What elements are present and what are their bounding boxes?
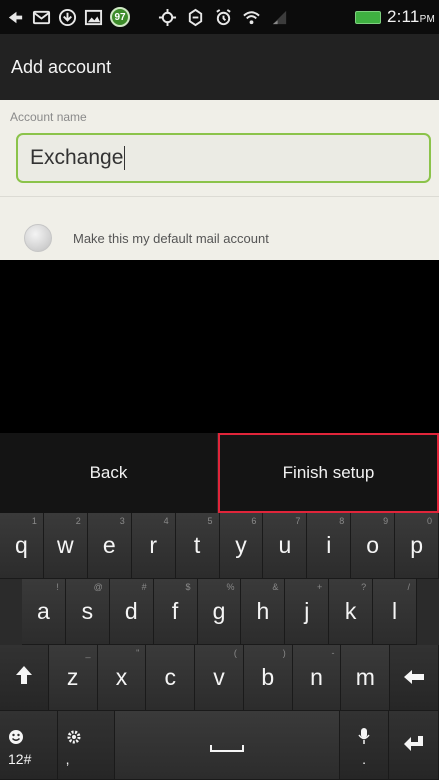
page-title: Add account <box>11 56 112 77</box>
period-label: . <box>362 750 367 767</box>
space-key[interactable] <box>115 711 340 780</box>
key-y[interactable]: 6y <box>219 513 264 579</box>
action-bar: Back Finish setup <box>0 433 439 513</box>
key-t[interactable]: 5t <box>175 513 220 579</box>
key-w[interactable]: 2w <box>43 513 88 579</box>
default-mail-label: Make this my default mail account <box>73 230 269 246</box>
download-icon <box>58 8 77 27</box>
emoji-icon <box>8 724 24 751</box>
empty-content-area <box>0 260 439 433</box>
back-arrow-icon <box>6 8 25 27</box>
key-c[interactable]: c <box>146 645 196 711</box>
wifi-icon <box>242 8 261 27</box>
key-b[interactable]: ) b <box>243 645 293 711</box>
mic-period-key[interactable]: . <box>339 711 390 780</box>
key-r[interactable]: 4r <box>131 513 176 579</box>
key-n[interactable]: -n <box>292 645 342 711</box>
key-j[interactable]: + j <box>285 579 330 645</box>
key-u[interactable]: 7u <box>263 513 308 579</box>
key-h[interactable]: & h <box>241 579 286 645</box>
back-button[interactable]: Back <box>0 433 218 513</box>
signal-icon <box>270 8 289 27</box>
key-a[interactable]: ! a <box>22 579 66 645</box>
key-k[interactable]: ? k <box>329 579 374 645</box>
symbols-key[interactable]: 12# <box>0 711 58 780</box>
microphone-icon <box>358 724 370 751</box>
key-i[interactable]: 8i <box>307 513 352 579</box>
shift-key[interactable] <box>0 645 49 711</box>
key-d[interactable]: # d <box>109 579 154 645</box>
key-q[interactable]: 1q <box>0 513 44 579</box>
symbols-key-label: 12# <box>8 750 32 767</box>
key-p[interactable]: 0p <box>395 513 439 579</box>
key-z[interactable]: _ z <box>48 645 98 711</box>
comma-settings-key[interactable]: , <box>57 711 116 780</box>
sync-icon <box>186 8 205 27</box>
key-e[interactable]: 3e <box>87 513 132 579</box>
shift-arrow-icon <box>15 664 33 691</box>
key-m[interactable]: m <box>341 645 391 711</box>
soft-keyboard: 1q 2w 3e 4r 5t 6y 7u 8i 9o 0p ! a @ s # d $… <box>0 513 439 780</box>
comma-label: , <box>65 750 70 767</box>
key-x[interactable]: " x <box>97 645 147 711</box>
key-l[interactable]: / l <box>373 579 418 645</box>
enter-key[interactable] <box>389 711 439 780</box>
key-v[interactable]: (v <box>195 645 244 711</box>
account-name-input[interactable]: Exchange <box>16 133 431 183</box>
settings-gear-icon <box>66 724 82 751</box>
gps-icon <box>158 8 177 27</box>
key-s[interactable]: @ s <box>65 579 110 645</box>
space-bar-icon <box>210 732 244 759</box>
account-name-label: Account name <box>10 110 87 124</box>
clock: 2:11PM <box>386 7 435 26</box>
enter-arrow-icon <box>403 732 425 759</box>
key-o[interactable]: 9o <box>351 513 396 579</box>
divider <box>0 196 439 197</box>
default-mail-checkbox-row[interactable]: Make this my default mail account <box>0 222 439 254</box>
mail-icon <box>32 8 51 27</box>
text-caret <box>124 146 126 170</box>
battery-icon <box>354 10 381 24</box>
backspace-key[interactable] <box>390 645 439 711</box>
page-title-bar: Add account <box>0 34 439 100</box>
finish-setup-button[interactable]: Finish setup <box>218 433 439 513</box>
status-bar: 97 2:11PM <box>0 0 439 34</box>
key-g[interactable]: % g <box>197 579 242 645</box>
default-mail-checkbox[interactable] <box>24 224 52 252</box>
account-name-value: Exchange <box>30 146 124 169</box>
backspace-arrow-icon <box>403 664 425 691</box>
notification-badge: 97 <box>110 7 130 27</box>
image-icon <box>84 8 103 27</box>
key-f[interactable]: $ f <box>153 579 198 645</box>
alarm-icon <box>214 8 233 27</box>
account-form: Account name Exchange Make this my defau… <box>0 100 439 260</box>
